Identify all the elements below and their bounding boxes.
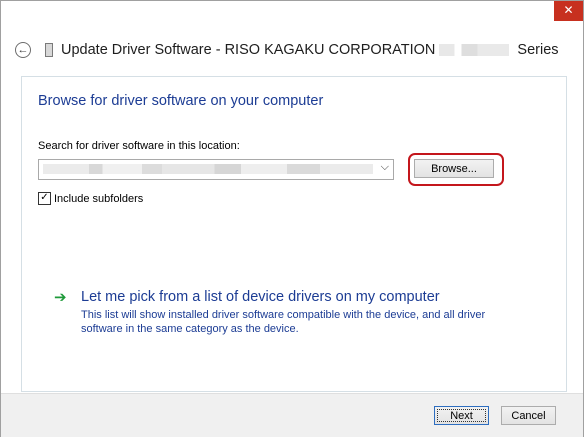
- green-arrow-icon[interactable]: ➔: [54, 290, 69, 305]
- browse-button[interactable]: Browse...: [414, 159, 494, 178]
- pick-from-list-link[interactable]: ➔ Let me pick from a list of device driv…: [54, 289, 440, 305]
- driver-path-combobox[interactable]: ⌵: [38, 159, 394, 180]
- page-heading: Browse for driver software on your compu…: [38, 93, 324, 109]
- pick-from-list-description: This list will show installed driver sof…: [81, 309, 486, 335]
- pick-from-list-title[interactable]: Let me pick from a list of device driver…: [81, 289, 440, 305]
- title-bar: ← Update Driver Software - RISO KAGAKU C…: [15, 39, 559, 61]
- include-subfolders-label[interactable]: Include subfolders: [54, 193, 143, 205]
- update-driver-window: ✕ ← Update Driver Software - RISO KAGAKU…: [0, 0, 584, 437]
- chevron-down-icon[interactable]: ⌵: [381, 161, 389, 174]
- cancel-button[interactable]: Cancel: [501, 406, 556, 425]
- device-icon: [45, 43, 53, 57]
- content-panel: Browse for driver software on your compu…: [21, 76, 567, 392]
- back-arrow-icon[interactable]: ←: [15, 42, 31, 58]
- next-button[interactable]: Next: [434, 406, 489, 425]
- dialog-footer: Next Cancel: [1, 393, 583, 437]
- search-location-label: Search for driver software in this locat…: [38, 140, 240, 152]
- close-button[interactable]: ✕: [554, 1, 583, 21]
- driver-path-value[interactable]: [43, 164, 373, 174]
- include-subfolders-checkbox[interactable]: ✓: [38, 192, 51, 205]
- close-icon[interactable]: ✕: [563, 3, 573, 17]
- title-prefix: Update Driver Software - RISO KAGAKU COR…: [61, 42, 436, 58]
- redacted-model-name: [439, 44, 510, 57]
- window-title: Update Driver Software - RISO KAGAKU COR…: [61, 42, 559, 58]
- title-suffix: Series: [517, 42, 559, 58]
- include-subfolders-row[interactable]: ✓ Include subfolders: [38, 192, 143, 205]
